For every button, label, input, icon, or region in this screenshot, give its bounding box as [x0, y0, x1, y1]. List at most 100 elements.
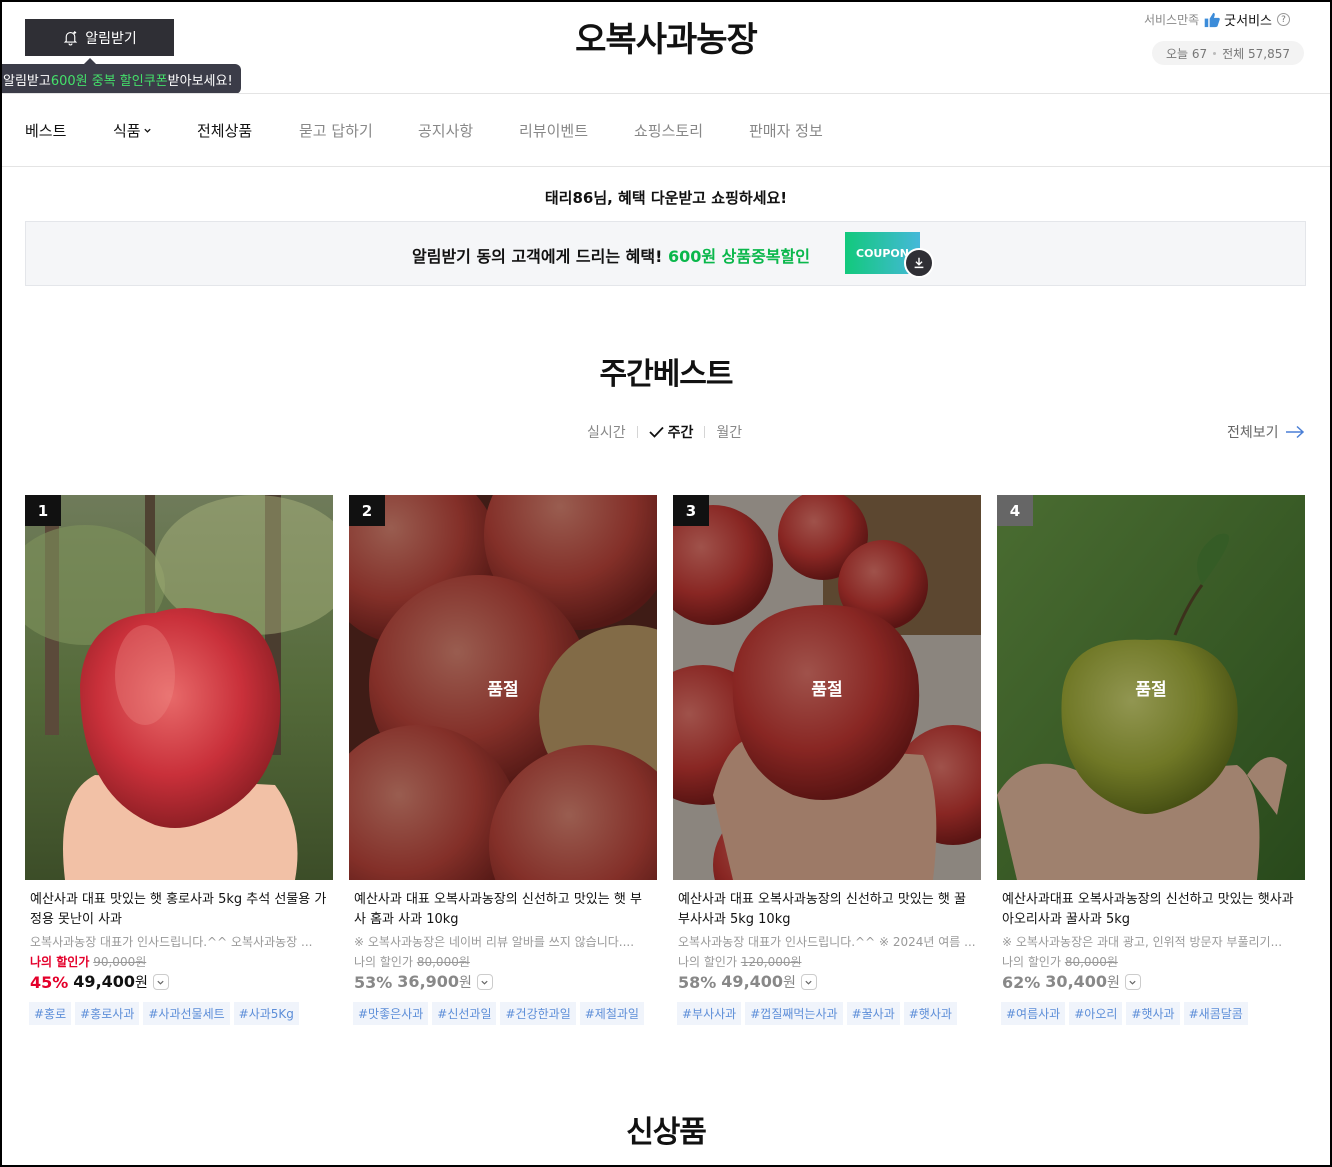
product-name[interactable]: 예산사과 대표 오복사과농장의 신선하고 맛있는 햇 부사 홈과 사과 10kg — [349, 890, 657, 930]
divider — [2, 166, 1330, 167]
help-icon[interactable]: ? — [1277, 13, 1290, 26]
sale-price: 45% 49,400원 — [25, 972, 333, 992]
product-card[interactable]: 품절 3 예산사과 대표 오복사과농장의 신선하고 맛있는 햇 꿀 부사사과 5… — [673, 495, 981, 1025]
tooltip-text-end: 받아보세요! — [167, 73, 233, 89]
chevron-down-icon — [143, 128, 151, 133]
my-discount-label: 나의 할인가 — [1002, 955, 1062, 969]
tag[interactable]: #여름사과 — [1001, 1002, 1066, 1025]
nav-item-food[interactable]: 식품 — [113, 120, 197, 141]
price-unit: 원 — [459, 975, 472, 991]
tag[interactable]: #홍로 — [29, 1002, 72, 1025]
tab-monthly[interactable]: 월간 — [716, 422, 742, 442]
nav-item-all-products[interactable]: 전체상품 — [197, 120, 299, 141]
tooltip-amount: 600원 중복 할인쿠폰 — [50, 73, 168, 89]
my-discount-price: 나의 할인가 80,000원 — [349, 953, 657, 970]
tag-list: #맛좋은사과 #신선과일 #건강한과일 #제철과일 — [349, 1002, 657, 1025]
tag[interactable]: #신선과일 — [432, 1002, 497, 1025]
product-image[interactable]: 품절 4 — [997, 495, 1305, 880]
tag[interactable]: #햇사과 — [1126, 1002, 1180, 1025]
tag[interactable]: #사과선물세트 — [143, 1002, 230, 1025]
product-desc: 오복사과농장 대표가 인사드립니다.^^ 오복사과농장 ... — [30, 935, 313, 949]
tag[interactable]: #부사사과 — [677, 1002, 742, 1025]
benefit-text: 알림받기 동의 고객에게 드리는 혜택! 600원 상품중복할인 — [412, 243, 810, 267]
visits-total: 전체 57,857 — [1222, 46, 1290, 61]
tag-list: #여름사과 #아오리 #햇사과 #새콤달콤 — [997, 1002, 1305, 1025]
main-nav: 베스트 식품 전체상품 묻고 답하기 공지사항 리뷰이벤트 쇼핑스토리 판매자 … — [25, 120, 823, 141]
chevron-down-icon[interactable] — [476, 974, 493, 990]
nav-item-qna[interactable]: 묻고 답하기 — [299, 120, 418, 141]
tag[interactable]: #햇사과 — [903, 1002, 957, 1025]
tab-weekly-label: 주간 — [667, 425, 694, 441]
tag[interactable]: #맛좋은사과 — [353, 1002, 429, 1025]
product-image[interactable]: 1 — [25, 495, 333, 880]
my-discount-price: 나의 할인가 120,000원 — [673, 953, 981, 970]
store-title[interactable]: 오복사과농장 — [2, 12, 1330, 61]
rank-badge: 4 — [997, 495, 1033, 526]
download-icon[interactable] — [904, 248, 934, 278]
product-name[interactable]: 예산사과 대표 오복사과농장의 신선하고 맛있는 햇 꿀 부사사과 5kg 10… — [673, 890, 981, 930]
tag[interactable]: #사과5Kg — [233, 1002, 299, 1025]
tooltip-text: 알림받고 — [3, 73, 51, 89]
download-arrow-icon — [914, 257, 924, 269]
user-name: 태리86 — [544, 189, 594, 207]
thumbs-up-icon — [1204, 12, 1220, 27]
price-unit: 원 — [135, 975, 148, 991]
product-name[interactable]: 예산사과 대표 맛있는 햇 홍로사과 5kg 추석 선물용 가정용 못난이 사과 — [25, 890, 333, 930]
product-image[interactable]: 품절 3 — [673, 495, 981, 880]
original-price: 90,000원 — [93, 955, 147, 969]
product-card[interactable]: 품절 2 예산사과 대표 오복사과농장의 신선하고 맛있는 햇 부사 홈과 사과… — [349, 495, 657, 1025]
section-title-new-products: 신상품 — [626, 1115, 707, 1150]
view-all-label: 전체보기 — [1227, 425, 1279, 441]
nav-item-best[interactable]: 베스트 — [25, 120, 113, 141]
sale-price: 58% 49,400원 — [673, 972, 981, 992]
check-icon — [649, 426, 664, 438]
nav-item-notice[interactable]: 공지사항 — [418, 120, 519, 141]
benefit-highlight: 600원 상품중복할인 — [667, 247, 810, 266]
sale-price: 62% 30,400원 — [997, 972, 1305, 992]
tag[interactable]: #제철과일 — [579, 1002, 644, 1025]
tag[interactable]: #건강한과일 — [500, 1002, 576, 1025]
divider — [2, 93, 1330, 94]
discount-rate: 53% — [354, 972, 393, 992]
view-all-link[interactable]: 전체보기 — [1227, 422, 1305, 442]
tag[interactable]: #새콤달콤 — [1183, 1002, 1248, 1025]
product-name[interactable]: 예산사과대표 오복사과농장의 신선하고 맛있는 햇사과 아오리사과 꿀사과 5k… — [997, 890, 1305, 930]
notify-tooltip: 알림받고 600원 중복 할인쿠폰 받아보세요! — [2, 58, 241, 94]
soldout-label: 품절 — [1135, 680, 1167, 700]
period-tabs: 실시간 주간 월간 — [587, 422, 742, 442]
greeting: 태리86님, 혜택 다운받고 쇼핑하세요! — [2, 187, 1330, 208]
price-value: 49,400 — [73, 972, 136, 991]
price-unit: 원 — [783, 975, 796, 991]
rank-badge: 3 — [673, 495, 709, 526]
tag[interactable]: #홍로사과 — [75, 1002, 140, 1025]
nav-item-shopping-story[interactable]: 쇼핑스토리 — [634, 120, 749, 141]
service-rating: 서비스만족 굿서비스 ? — [1144, 10, 1290, 29]
tab-separator — [704, 426, 706, 438]
greeting-text: 님, 혜택 다운받고 쇼핑하세요! — [593, 189, 788, 207]
chevron-down-icon[interactable] — [800, 974, 817, 990]
product-card[interactable]: 1 예산사과 대표 맛있는 햇 홍로사과 5kg 추석 선물용 가정용 못난이 … — [25, 495, 333, 1025]
chevron-down-icon[interactable] — [152, 974, 169, 990]
my-discount-label: 나의 할인가 — [354, 955, 414, 969]
rank-badge: 2 — [349, 495, 385, 526]
service-label: 서비스만족 — [1143, 13, 1200, 27]
tag[interactable]: #꿀사과 — [846, 1002, 900, 1025]
product-card[interactable]: 품절 4 예산사과대표 오복사과농장의 신선하고 맛있는 햇사과 아오리사과 꿀… — [997, 495, 1305, 1025]
my-discount-price: 나의 할인가 80,000원 — [997, 953, 1305, 970]
soldout-label: 품절 — [487, 680, 519, 700]
product-image[interactable]: 품절 2 — [349, 495, 657, 880]
original-price: 80,000원 — [1064, 955, 1118, 969]
nav-item-seller-info[interactable]: 판매자 정보 — [749, 120, 823, 141]
tag[interactable]: #아오리 — [1069, 1002, 1123, 1025]
visits-today: 오늘 67 — [1165, 46, 1208, 61]
chevron-down-icon[interactable] — [1124, 974, 1141, 990]
nav-item-review-event[interactable]: 리뷰이벤트 — [519, 120, 634, 141]
rank-badge: 1 — [25, 495, 61, 526]
tab-weekly[interactable]: 주간 — [649, 422, 694, 442]
my-discount-price: 나의 할인가 90,000원 — [25, 953, 333, 970]
tag[interactable]: #껍질째먹는사과 — [745, 1002, 843, 1025]
tag-list: #부사사과 #껍질째먹는사과 #꿀사과 #햇사과 — [673, 1002, 981, 1025]
sale-price: 53% 36,900원 — [349, 972, 657, 992]
tab-realtime[interactable]: 실시간 — [587, 422, 626, 442]
product-desc: ※ 오복사과농장은 과대 광고, 인위적 방문자 부풀리기... — [1002, 935, 1283, 949]
